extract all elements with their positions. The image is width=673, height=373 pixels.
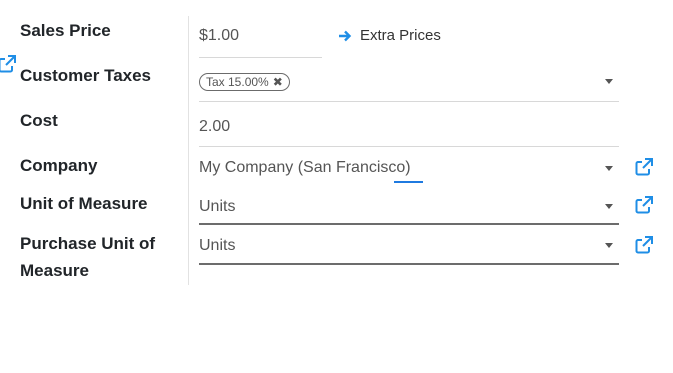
arrow-right-icon bbox=[339, 30, 352, 41]
unit-of-measure-label: Unit of Measure bbox=[20, 194, 148, 213]
sales-price-field[interactable]: $1.00 bbox=[199, 27, 239, 45]
unit-of-measure-underline bbox=[199, 223, 619, 225]
caret-down-icon[interactable] bbox=[605, 79, 613, 84]
customer-taxes-label: Customer Taxes bbox=[20, 66, 152, 85]
company-field[interactable]: My Company (San Francisco) bbox=[199, 159, 411, 177]
purchase-uom-label: Purchase Unit of Measure bbox=[20, 230, 155, 284]
column-separator bbox=[188, 16, 189, 285]
caret-down-icon[interactable] bbox=[605, 243, 613, 248]
external-link-icon[interactable] bbox=[633, 194, 655, 216]
extra-prices-button[interactable]: Extra Prices bbox=[338, 27, 441, 44]
purchase-uom-field[interactable]: Units bbox=[199, 237, 235, 255]
company-label: Company bbox=[20, 156, 98, 175]
extra-prices-label: Extra Prices bbox=[360, 27, 441, 44]
unit-of-measure-field[interactable]: Units bbox=[199, 198, 235, 216]
external-link-icon[interactable] bbox=[0, 53, 18, 75]
tax-tag-label: Tax 15.00% bbox=[206, 75, 269, 89]
external-link-icon[interactable] bbox=[633, 156, 655, 178]
sales-price-label: Sales Price bbox=[20, 21, 111, 40]
text-cursor-underline bbox=[394, 181, 423, 183]
purchase-uom-label-line2: Measure bbox=[20, 261, 89, 280]
caret-down-icon[interactable] bbox=[605, 204, 613, 209]
purchase-uom-label-line1: Purchase Unit of bbox=[20, 234, 156, 253]
external-link-icon[interactable] bbox=[633, 234, 655, 256]
purchase-uom-underline bbox=[199, 263, 619, 265]
cost-field[interactable]: 2.00 bbox=[199, 118, 230, 136]
cost-underline bbox=[199, 146, 619, 147]
cost-label: Cost bbox=[20, 111, 58, 130]
customer-taxes-underline bbox=[199, 101, 619, 102]
tax-tag: Tax 15.00% ✖ bbox=[199, 73, 290, 91]
caret-down-icon[interactable] bbox=[605, 166, 613, 171]
close-icon[interactable]: ✖ bbox=[273, 73, 283, 91]
sales-price-underline bbox=[199, 57, 322, 58]
